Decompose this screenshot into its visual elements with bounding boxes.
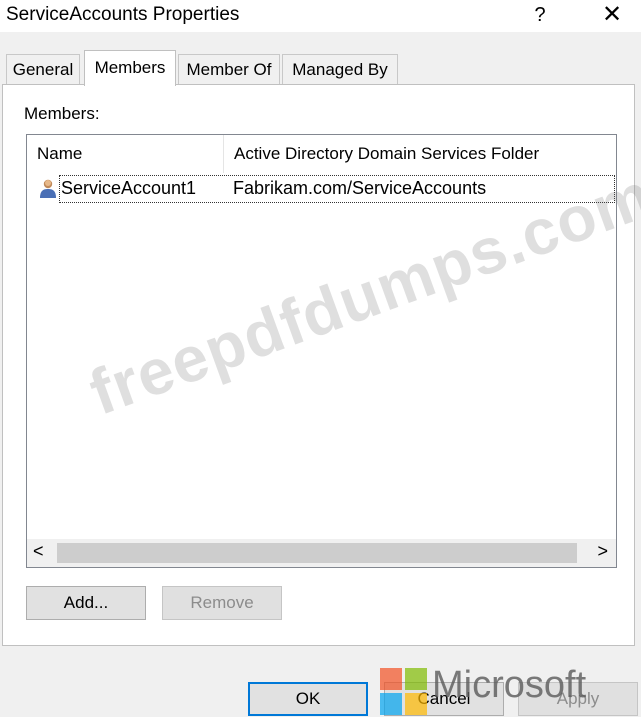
microsoft-logo-icon bbox=[380, 668, 428, 716]
window-title: ServiceAccounts Properties bbox=[6, 4, 240, 25]
help-button[interactable]: ? bbox=[526, 2, 554, 28]
tab-member-of[interactable]: Member Of bbox=[178, 54, 280, 84]
add-button[interactable]: Add... bbox=[26, 586, 146, 620]
scroll-thumb[interactable] bbox=[57, 543, 577, 563]
tab-managed-by[interactable]: Managed By bbox=[282, 54, 398, 84]
remove-button[interactable]: Remove bbox=[162, 586, 282, 620]
members-label: Members: bbox=[24, 104, 100, 123]
title-bar: ServiceAccounts Properties ? ✕ bbox=[0, 0, 641, 32]
microsoft-watermark-text: Microsoft bbox=[432, 664, 587, 706]
list-item[interactable]: ServiceAccount1 Fabrikam.com/ServiceAcco… bbox=[27, 175, 616, 203]
members-list[interactable]: Name Active Directory Domain Services Fo… bbox=[26, 134, 617, 568]
column-header-name[interactable]: Name bbox=[27, 135, 223, 173]
member-folder: Fabrikam.com/ServiceAccounts bbox=[233, 178, 487, 198]
ok-button[interactable]: OK bbox=[248, 682, 368, 716]
tab-members[interactable]: Members bbox=[84, 50, 176, 86]
horizontal-scrollbar[interactable]: < > bbox=[27, 539, 616, 567]
scroll-left-arrow[interactable]: < bbox=[33, 541, 44, 562]
column-header-folder[interactable]: Active Directory Domain Services Folder bbox=[224, 135, 616, 173]
user-icon bbox=[40, 179, 56, 198]
tab-general[interactable]: General bbox=[6, 54, 80, 84]
close-button[interactable]: ✕ bbox=[598, 2, 626, 28]
member-name: ServiceAccount1 bbox=[61, 178, 197, 198]
scroll-right-arrow[interactable]: > bbox=[597, 541, 608, 562]
